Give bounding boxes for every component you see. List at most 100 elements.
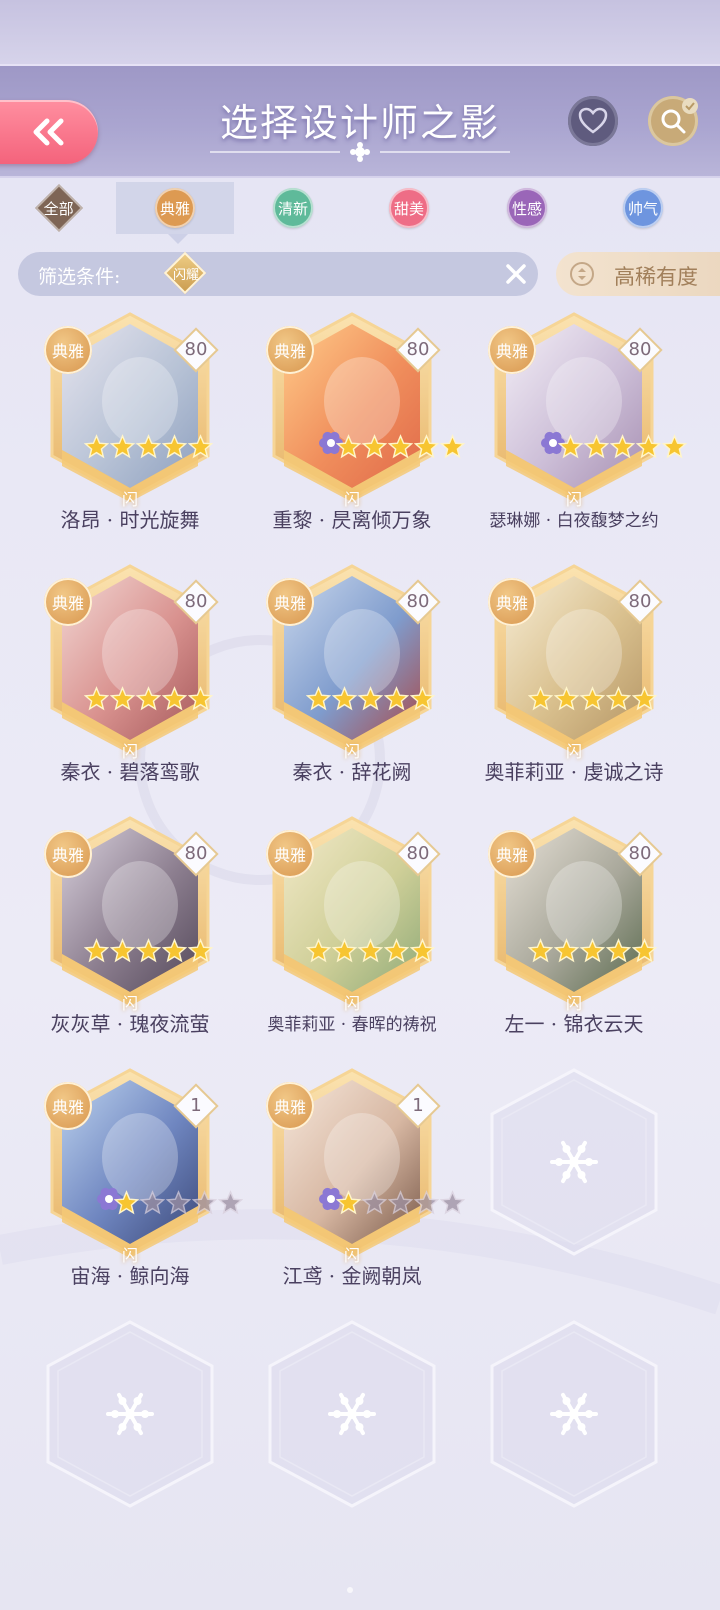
search-icon	[661, 109, 686, 134]
star-empty-icon	[362, 1190, 387, 1215]
designer-name: 左一 · 锦衣云天	[504, 1012, 644, 1036]
star-filled-icon	[84, 434, 109, 459]
designer-card[interactable]: 典雅 80 闪左一 · 锦衣云天	[484, 810, 664, 1050]
level-badge: 80	[398, 834, 438, 874]
filter-chip-label: 闪耀	[172, 268, 199, 283]
star-filled-icon	[528, 938, 553, 963]
tab-category-5[interactable]: 帅气	[584, 182, 702, 234]
star-filled-icon	[188, 434, 213, 459]
star-empty-icon	[166, 1190, 191, 1215]
designer-name: 秦衣 · 碧落鸾歌	[60, 760, 200, 784]
sort-icon	[570, 262, 594, 286]
level-badge: 80	[176, 582, 216, 622]
star-filled-icon	[110, 938, 135, 963]
tab-label: 全部	[43, 199, 75, 218]
type-badge: 典雅	[266, 830, 314, 878]
star-empty-icon	[388, 1190, 413, 1215]
designer-card[interactable]: 典雅 80 闪重黎 · 昃离倾万象	[262, 306, 465, 546]
level-badge: 80	[620, 582, 660, 622]
star-filled-icon	[110, 434, 135, 459]
star-filled-icon	[306, 938, 331, 963]
level-value: 80	[184, 843, 208, 864]
close-icon[interactable]	[502, 260, 530, 288]
star-filled-icon	[554, 686, 579, 711]
star-rating	[528, 686, 658, 714]
designer-name: 宙海 · 鲸向海	[70, 1264, 190, 1288]
star-filled-icon	[414, 434, 439, 459]
star-filled-icon	[410, 938, 435, 963]
star-filled-icon	[84, 938, 109, 963]
empty-slot	[490, 1068, 658, 1256]
star-empty-icon	[192, 1190, 217, 1215]
tab-category-2[interactable]: 清新	[234, 182, 352, 234]
type-badge: 典雅	[266, 1082, 314, 1130]
designer-card[interactable]: 典雅 1 闪宙海 · 鲸向海	[40, 1062, 243, 1302]
star-filled-icon	[662, 434, 687, 459]
sort-button[interactable]: 高稀有度	[556, 252, 720, 296]
designer-card[interactable]: 典雅 80 闪瑟琳娜 · 白夜馥梦之约	[484, 306, 687, 546]
tab-badge: 全部	[34, 183, 84, 233]
level-badge: 80	[620, 834, 660, 874]
tab-label: 清新	[273, 188, 313, 228]
page-title: 选择设计师之影	[219, 101, 500, 145]
type-badge: 典雅	[488, 326, 536, 374]
check-icon	[682, 98, 698, 114]
star-filled-icon	[188, 938, 213, 963]
empty-slot	[490, 1320, 658, 1508]
back-button[interactable]	[0, 100, 98, 164]
star-filled-icon	[306, 686, 331, 711]
designer-card[interactable]: 典雅 80 闪奥菲莉亚 · 春晖的祷祝	[262, 810, 442, 1050]
tab-label: 甜美	[389, 188, 429, 228]
tab-category-0[interactable]: 全部	[0, 182, 118, 234]
star-rating	[336, 434, 466, 462]
star-filled-icon	[188, 686, 213, 711]
star-filled-icon	[332, 686, 357, 711]
tab-category-1[interactable]: 典雅	[116, 182, 234, 234]
level-badge: 80	[398, 330, 438, 370]
star-filled-icon	[558, 434, 583, 459]
type-badge: 典雅	[488, 578, 536, 626]
level-badge: 1	[176, 1086, 216, 1126]
designer-name: 洛昂 · 时光旋舞	[60, 508, 200, 532]
star-filled-icon	[384, 686, 409, 711]
type-badge: 典雅	[488, 830, 536, 878]
designer-card[interactable]: 典雅 80 闪秦衣 · 辞花阙	[262, 558, 442, 798]
level-value: 80	[406, 339, 430, 360]
star-filled-icon	[636, 434, 661, 459]
star-filled-icon	[162, 686, 187, 711]
active-tab-caret	[168, 234, 188, 244]
star-filled-icon	[358, 686, 383, 711]
filter-label: 筛选条件:	[38, 266, 121, 288]
star-filled-icon	[580, 938, 605, 963]
search-button[interactable]	[648, 96, 698, 146]
star-filled-icon	[554, 938, 579, 963]
level-value: 80	[406, 591, 430, 612]
level-value: 80	[628, 843, 652, 864]
star-rating	[336, 1190, 466, 1218]
designer-card[interactable]: 典雅 80 闪洛昂 · 时光旋舞	[40, 306, 220, 546]
star-filled-icon	[388, 434, 413, 459]
favorite-button[interactable]	[568, 96, 618, 146]
tab-category-4[interactable]: 性感	[468, 182, 586, 234]
designer-card[interactable]: 典雅 1 闪江鸢 · 金阙朝岚	[262, 1062, 465, 1302]
designer-card[interactable]: 典雅 80 闪奥菲莉亚 · 虔诚之诗	[484, 558, 664, 798]
star-filled-icon	[358, 938, 383, 963]
tab-category-3[interactable]: 甜美	[350, 182, 468, 234]
level-value: 80	[628, 339, 652, 360]
star-rating	[306, 686, 436, 714]
level-value: 80	[406, 843, 430, 864]
filter-bar: 筛选条件: 闪耀	[18, 251, 538, 296]
designer-name: 秦衣 · 辞花阙	[292, 760, 412, 784]
star-filled-icon	[606, 938, 631, 963]
star-empty-icon	[440, 1190, 465, 1215]
designer-name: 重黎 · 昃离倾万象	[272, 508, 432, 532]
designer-card[interactable]: 典雅 80 闪灰灰草 · 瑰夜流萤	[40, 810, 220, 1050]
star-rating	[114, 1190, 244, 1218]
star-filled-icon	[584, 434, 609, 459]
designer-card[interactable]: 典雅 80 闪秦衣 · 碧落鸾歌	[40, 558, 220, 798]
level-badge: 80	[620, 330, 660, 370]
level-value: 1	[190, 1095, 202, 1116]
filter-chip-shine[interactable]: 闪耀	[163, 251, 207, 295]
designer-name: 奥菲莉亚 · 虔诚之诗	[484, 760, 664, 784]
star-filled-icon	[610, 434, 635, 459]
